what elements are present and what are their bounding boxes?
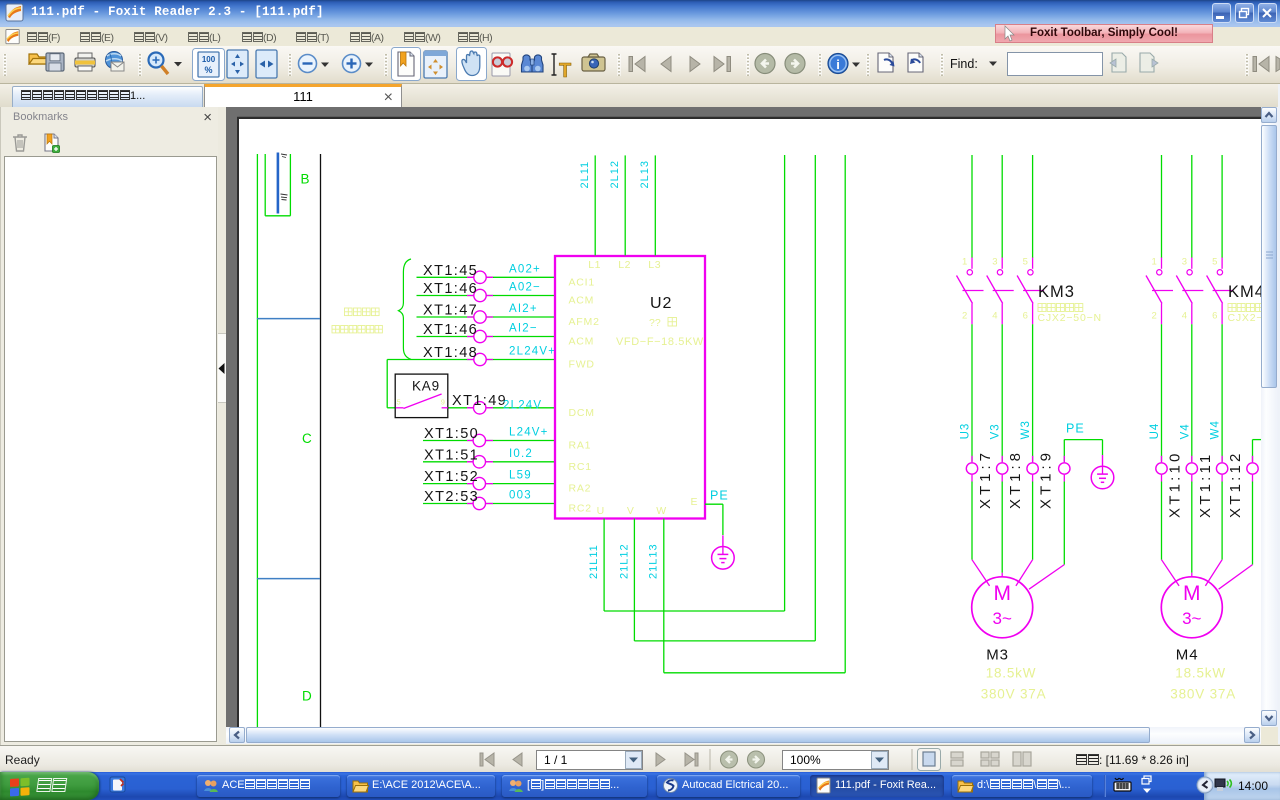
svg-text:XT1:9: XT1:9 [1038,449,1055,509]
svg-text:RC1: RC1 [569,461,592,473]
svg-text:XT1:8: XT1:8 [1007,449,1024,509]
svg-text:6: 6 [1212,311,1217,322]
svg-text:100%: 100% [790,753,821,767]
svg-text:U2: U2 [650,295,672,312]
svg-text:W: W [656,505,667,517]
svg-text:1: 1 [962,257,967,268]
svg-text:%: % [204,65,212,75]
svg-text:M3: M3 [986,647,1009,664]
svg-text:5: 5 [397,398,401,407]
svg-text:CJX2−: CJX2− [1228,312,1262,324]
svg-text:KM4: KM4 [1228,283,1261,301]
svg-text:3~: 3~ [993,609,1012,628]
svg-text:AI2−: AI2− [509,323,538,335]
svg-text:M: M [1183,582,1201,605]
svg-text:RC2: RC2 [569,503,592,515]
svg-text:9: 9 [441,398,445,407]
svg-text:ACI1: ACI1 [569,276,596,288]
svg-text:A02−: A02− [509,282,541,294]
svg-text:1: 1 [1152,257,1157,268]
svg-text:T: T [559,60,571,82]
svg-text:XT1:12: XT1:12 [1227,450,1244,518]
svg-text:U: U [597,505,605,517]
svg-text:18.5kW: 18.5kW [1175,666,1226,681]
svg-text:U3: U3 [960,423,972,440]
svg-text:18.5kW: 18.5kW [986,666,1037,681]
svg-text:VFD−F−18.5KW: VFD−F−18.5KW [616,336,704,348]
svg-text:3: 3 [992,257,997,268]
svg-text:AI2+: AI2+ [509,303,538,315]
svg-text:D: D [302,689,312,704]
svg-text:FWD: FWD [569,359,595,371]
svg-text:E: E [691,496,699,508]
svg-text:2: 2 [1152,311,1157,322]
svg-text:V4: V4 [1179,423,1191,439]
svg-text:3: 3 [1182,257,1187,268]
svg-text:XT1:49: XT1:49 [452,393,507,409]
svg-text:2L24V+: 2L24V+ [509,346,556,358]
svg-text:2L11: 2L11 [579,161,591,189]
svg-text:i: i [836,57,840,72]
svg-text:I0.2: I0.2 [509,448,533,460]
svg-text:21L11: 21L11 [588,544,600,579]
svg-text:5: 5 [1023,257,1028,268]
svg-text:5: 5 [1212,257,1217,268]
svg-text:AFM2: AFM2 [569,316,600,328]
svg-text:A02+: A02+ [509,263,541,275]
svg-text:ACM: ACM [569,336,595,348]
svg-text:KM3: KM3 [1038,283,1075,301]
svg-text:6: 6 [1023,311,1028,322]
svg-text:PE: PE [1066,422,1085,436]
svg-text:ACM: ACM [569,295,595,307]
svg-text:XT1:48: XT1:48 [423,345,478,361]
svg-text:L1: L1 [588,259,601,271]
svg-text:2L12: 2L12 [609,160,621,188]
svg-text:21L12: 21L12 [618,543,630,579]
svg-text:XT1:45: XT1:45 [423,263,478,279]
svg-text:W4: W4 [1210,420,1222,439]
svg-text:1 / 1: 1 / 1 [544,753,568,767]
svg-text:??: ?? [649,317,661,329]
svg-text:XT1:46: XT1:46 [423,281,478,297]
svg-text:CJX2−50−N: CJX2−50−N [1038,312,1102,324]
svg-text:XT1:10: XT1:10 [1167,450,1184,518]
svg-text:Find:: Find: [950,57,978,71]
svg-text:V3: V3 [990,423,1002,439]
svg-text:XT1:11: XT1:11 [1197,452,1214,518]
svg-text:V: V [627,505,635,517]
svg-text:L3: L3 [648,259,661,271]
svg-text:B: B [301,172,310,187]
svg-text:L24V+: L24V+ [509,427,549,439]
svg-text:XT1:46: XT1:46 [423,322,478,338]
svg-text:3~: 3~ [1182,609,1201,628]
svg-text:380V 37A: 380V 37A [1170,687,1236,702]
svg-text:L59: L59 [509,470,532,482]
svg-text:380V 37A: 380V 37A [981,687,1047,702]
svg-text:21L13: 21L13 [648,543,660,579]
svg-text:2L24V: 2L24V [503,400,542,412]
svg-text:W3: W3 [1020,420,1032,439]
svg-text:XT1:52: XT1:52 [424,469,479,485]
svg-text:XT1:50: XT1:50 [424,426,479,442]
svg-text:RA2: RA2 [569,483,592,495]
svg-text:PE: PE [710,489,729,503]
svg-text:M4: M4 [1176,647,1199,664]
svg-text:XT1:47: XT1:47 [423,303,478,319]
svg-text:KA9: KA9 [412,379,440,394]
svg-text:RA1: RA1 [569,440,592,452]
svg-text:003: 003 [509,490,532,502]
svg-text:DCM: DCM [569,407,595,419]
svg-text:4: 4 [1182,311,1187,322]
svg-text:M: M [993,582,1011,605]
svg-text:L2: L2 [618,259,631,271]
svg-text:4: 4 [992,311,997,322]
svg-text:C: C [302,431,312,446]
svg-text:XT1:51: XT1:51 [424,447,479,463]
svg-text:U4: U4 [1149,423,1161,440]
svg-text:2: 2 [962,311,967,322]
svg-text:100: 100 [202,55,216,64]
svg-text:XT1:7: XT1:7 [977,449,994,509]
svg-text:2L13: 2L13 [639,160,651,188]
svg-text:XT2:53: XT2:53 [424,489,479,505]
